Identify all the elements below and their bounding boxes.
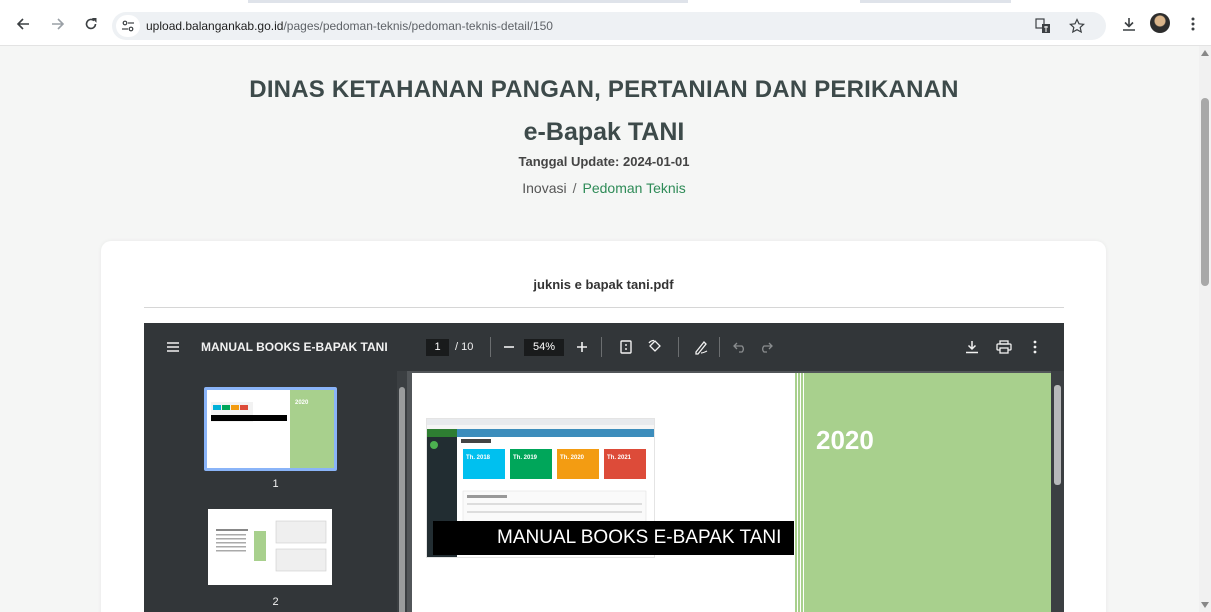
rotate-icon[interactable] [644, 337, 664, 357]
page-number-input[interactable]: 1 [426, 339, 449, 356]
page-title: e-Bapak TANI [523, 118, 685, 146]
back-icon[interactable] [12, 14, 34, 34]
browser-menu-icon[interactable] [1182, 14, 1204, 34]
page-thumbnail[interactable] [208, 509, 332, 585]
reload-icon[interactable] [80, 14, 102, 34]
pdf-title: MANUAL BOOKS E-BAPAK TANI [201, 340, 388, 354]
zoom-in-icon[interactable] [572, 337, 592, 357]
update-date: Tanggal Update: 2024-01-01 [518, 154, 690, 169]
page-thumbnail[interactable]: 2020 [204, 387, 337, 471]
browser-toolbar: upload.balangankab.go.id/pages/pedoman-t… [0, 0, 1211, 46]
translate-icon[interactable] [1034, 17, 1052, 35]
cover-banner: MANUAL BOOKS E-BAPAK TANI [433, 521, 797, 555]
site-info-icon[interactable] [116, 15, 140, 37]
profile-avatar[interactable] [1150, 13, 1170, 33]
url-host: upload.balangankab.go.id [146, 19, 284, 33]
print-icon[interactable] [994, 337, 1014, 357]
cover-year: 2020 [816, 425, 874, 455]
svg-text:Th. 2021: Th. 2021 [607, 455, 632, 461]
pdf-download-icon[interactable] [962, 337, 982, 357]
divider [144, 307, 1064, 308]
page-total: / 10 [455, 341, 474, 353]
svg-text:Th. 2018: Th. 2018 [466, 455, 491, 461]
thumbnail-number: 1 [272, 478, 279, 490]
document-scrollbar[interactable] [1051, 371, 1064, 612]
forward-icon[interactable] [47, 14, 69, 34]
toolbar-divider [490, 337, 491, 357]
redo-icon[interactable] [756, 337, 776, 357]
fit-page-icon[interactable] [616, 337, 636, 357]
page-scrollbar[interactable] [1199, 46, 1211, 612]
svg-text:2020: 2020 [295, 400, 309, 406]
toolbar-divider [601, 337, 602, 357]
undo-icon[interactable] [730, 337, 750, 357]
scroll-down-arrow-icon[interactable] [1201, 602, 1209, 608]
zoom-out-icon[interactable] [499, 337, 519, 357]
svg-text:Th. 2019: Th. 2019 [513, 455, 538, 461]
cover-stripes [794, 373, 804, 612]
breadcrumb-separator: / [572, 180, 577, 196]
thumbnail-sidebar: 2020 1 2 [144, 371, 407, 612]
tab-strip-edge-right [860, 0, 1011, 3]
toolbar-divider [719, 337, 720, 357]
zoom-input[interactable]: 54% [524, 339, 564, 356]
page-viewport: DINAS KETAHANAN PANGAN, PERTANIAN DAN PE… [0, 46, 1199, 612]
sidebar-menu-icon[interactable] [163, 337, 183, 357]
document-area: Th. 2018 Th. 2019 Th. 2020 Th. 2021 MANU… [410, 371, 1052, 612]
agency-title: DINAS KETAHANAN PANGAN, PERTANIAN DAN PE… [249, 76, 959, 103]
pdf-page: Th. 2018 Th. 2019 Th. 2020 Th. 2021 MANU… [412, 373, 1052, 612]
file-name: juknis e bapak tani.pdf [533, 277, 674, 292]
toolbar-divider [678, 337, 679, 357]
scroll-up-arrow-icon[interactable] [1201, 50, 1209, 56]
download-icon[interactable] [1118, 14, 1140, 34]
thumbnail-number: 2 [272, 596, 279, 608]
tab-strip-edge [248, 0, 688, 3]
pdf-toolbar: MANUAL BOOKS E-BAPAK TANI 1 / 10 54% [144, 323, 1064, 371]
cover-green-panel [794, 373, 1052, 612]
url-path: /pages/pedoman-teknis/pedoman-teknis-det… [283, 19, 553, 33]
page-scrollbar-thumb[interactable] [1201, 98, 1209, 286]
address-bar[interactable]: upload.balangankab.go.id/pages/pedoman-t… [112, 12, 1106, 40]
breadcrumb-current-link[interactable]: Pedoman Teknis [583, 180, 686, 196]
document-scrollbar-thumb[interactable] [1054, 385, 1061, 485]
document-card: juknis e bapak tani.pdf MANUAL BOOKS E-B… [101, 241, 1106, 612]
pdf-viewer: MANUAL BOOKS E-BAPAK TANI 1 / 10 54% 202… [144, 323, 1064, 612]
sidebar-scrollbar[interactable] [397, 371, 407, 612]
breadcrumb-parent: Inovasi [522, 180, 567, 196]
svg-text:Th. 2020: Th. 2020 [560, 455, 585, 461]
sidebar-scrollbar-thumb[interactable] [399, 387, 405, 612]
url-text[interactable]: upload.balangankab.go.id/pages/pedoman-t… [146, 19, 553, 33]
annotate-pen-icon[interactable] [691, 337, 711, 357]
pdf-more-icon[interactable] [1025, 337, 1045, 357]
breadcrumb: Inovasi / Pedoman Teknis [0, 180, 1199, 196]
bookmark-star-icon[interactable] [1068, 17, 1086, 35]
